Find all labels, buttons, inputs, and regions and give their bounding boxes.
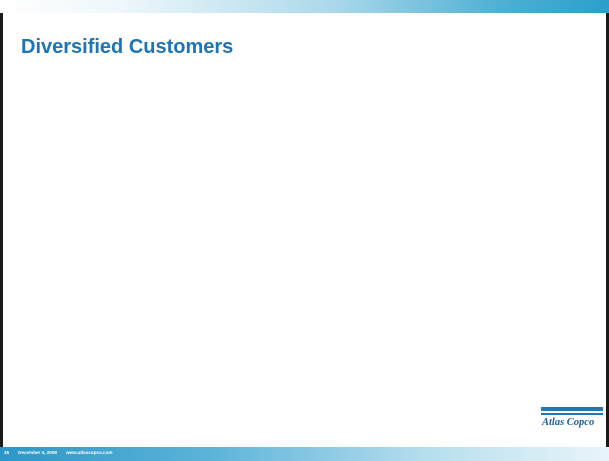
logo-second-bar <box>541 413 603 415</box>
footer-website: www.atlascopco.com <box>65 450 113 455</box>
footer: 25 December 4, 2008 www.atlascopco.com <box>4 450 122 455</box>
atlas-copco-logo: Atlas Copco <box>541 407 603 433</box>
logo-wordmark: Atlas Copco <box>542 417 595 428</box>
left-border-rule <box>0 13 3 447</box>
page-number: 25 <box>4 450 10 455</box>
header-gradient-band <box>0 0 609 13</box>
slide-title: Diversified Customers <box>21 36 234 58</box>
slide: Diversified Customers Atlas Copco 25 Dece… <box>0 0 609 461</box>
logo-top-bar <box>541 407 603 411</box>
footer-date: December 4, 2008 <box>18 450 57 455</box>
